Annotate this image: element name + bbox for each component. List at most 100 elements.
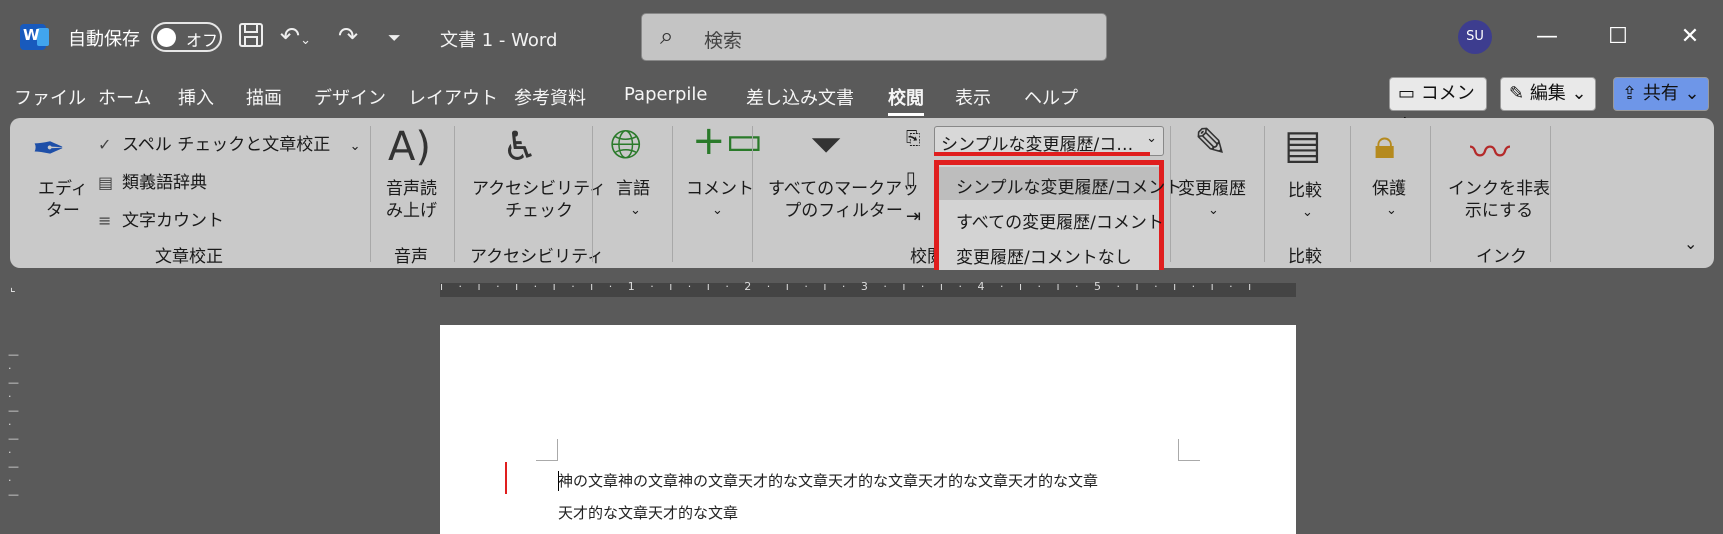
comments-button[interactable]: ▭ コメント bbox=[1389, 77, 1487, 136]
chevron-down-icon: ⌄ bbox=[1146, 131, 1157, 146]
read-aloud-button[interactable]: 音声読 み上げ bbox=[386, 178, 437, 222]
markup-option-all[interactable]: すべての変更履歴/コメント bbox=[939, 202, 1164, 235]
tab-home[interactable]: ホーム bbox=[98, 84, 151, 110]
word-count-label: 文字カウント bbox=[122, 211, 224, 231]
group-divider bbox=[1550, 126, 1551, 262]
chevron-down-icon: ⌄ bbox=[349, 139, 361, 154]
editing-label: 編集 bbox=[1529, 83, 1566, 104]
close-button[interactable]: ✕ bbox=[1670, 18, 1710, 58]
tab-view[interactable]: 表示 bbox=[955, 84, 991, 110]
markup-filter-button[interactable]: すべてのマークアッ プのフィルター bbox=[768, 178, 919, 222]
compare-button[interactable]: 比較 ⌄ bbox=[1288, 176, 1322, 221]
spelling-label: スペル チェックと文章校正 bbox=[122, 135, 331, 155]
accessibility-check-button[interactable]: アクセシビリティ チェック bbox=[472, 178, 606, 222]
horizontal-ruler[interactable]: ⌞ ı · ı · ı · ı · ı · 1 · ı · ı · 2 · ı … bbox=[0, 270, 1723, 306]
group-divider bbox=[672, 126, 673, 262]
tab-file[interactable]: ファイル bbox=[14, 84, 86, 110]
share-label: 共有 bbox=[1642, 83, 1679, 104]
selected-underline bbox=[934, 152, 1150, 156]
document-page[interactable]: 神の文章神の文章神の文章天才的な文章天才的な文章天才的な文章天才的な文章 天才的… bbox=[440, 325, 1296, 534]
read-aloud-icon: A) bbox=[388, 124, 431, 170]
vertical-ruler[interactable]: — · — · — · — · — · — bbox=[8, 348, 32, 534]
markup-option-none[interactable]: 変更履歴/コメントなし bbox=[939, 237, 1159, 270]
tab-mailings[interactable]: 差し込み文書 bbox=[746, 84, 854, 110]
group-divider bbox=[1430, 126, 1431, 262]
tab-paperpile[interactable]: Paperpile bbox=[624, 84, 707, 105]
tab-draw[interactable]: 描画 bbox=[246, 84, 282, 110]
tab-layout[interactable]: レイアウト bbox=[408, 84, 498, 110]
hide-ink-button[interactable]: インクを非表 示にする bbox=[1448, 178, 1550, 222]
word-count-icon: ≡ bbox=[98, 211, 112, 230]
document-body[interactable]: 神の文章神の文章神の文章天才的な文章天才的な文章天才的な文章天才的な文章 天才的… bbox=[558, 465, 1198, 529]
toggle-knob bbox=[157, 28, 176, 47]
tab-design[interactable]: デザイン bbox=[314, 84, 386, 110]
track-changes-icon: ✎ bbox=[1194, 120, 1228, 166]
thesaurus-button[interactable]: ▤ 類義語辞典 bbox=[98, 168, 207, 193]
customize-quick-access-icon[interactable]: ⏷ bbox=[388, 28, 401, 48]
editing-mode-button[interactable]: ✎ 編集 ⌄ bbox=[1500, 77, 1596, 111]
change-bar bbox=[505, 462, 507, 494]
document-title: 文書 1 - Word bbox=[440, 30, 558, 51]
word-app-icon: W bbox=[20, 24, 49, 50]
tab-insert[interactable]: 挿入 bbox=[178, 84, 214, 110]
group-proofing-label: 文章校正 bbox=[155, 247, 223, 267]
search-placeholder: 検索 bbox=[704, 30, 743, 52]
search-icon: ⌕ bbox=[660, 22, 674, 50]
track-changes-label: 変更履歴 bbox=[1178, 179, 1246, 199]
spelling-grammar-button[interactable]: ✓ スペル チェックと文章校正 ⌄ bbox=[98, 130, 361, 155]
protect-button[interactable]: 保護 ⌄ bbox=[1372, 174, 1406, 219]
tab-help[interactable]: ヘルプ bbox=[1024, 84, 1078, 110]
group-voice-label: 音声 bbox=[394, 247, 428, 267]
ribbon: ✒ エディ ター ✓ スペル チェックと文章校正 ⌄ ▤ 類義語辞典 ≡ 文字カウント… bbox=[10, 118, 1714, 268]
word-count-button[interactable]: ≡ 文字カウント bbox=[98, 206, 224, 231]
ruler-ticks: ı · ı · ı · ı · ı · 1 · ı · ı · 2 · ı · … bbox=[440, 280, 1258, 293]
user-avatar[interactable]: SU bbox=[1458, 20, 1492, 54]
document-line-2: 天才的な文章天才的な文章 bbox=[558, 504, 739, 522]
markup-filter-icon: ⏷ bbox=[810, 122, 842, 168]
language-button[interactable]: 言語 ⌄ bbox=[616, 174, 650, 219]
reviewing-pane-icon: ⇥ bbox=[906, 206, 922, 227]
spellcheck-icon: ✓ bbox=[98, 135, 112, 154]
undo-icon[interactable]: ↶⌄ bbox=[280, 22, 311, 50]
save-icon[interactable] bbox=[238, 22, 264, 54]
group-divider bbox=[454, 126, 455, 262]
compare-label: 比較 bbox=[1288, 181, 1322, 201]
group-divider bbox=[752, 126, 753, 262]
editor-icon: ✒ bbox=[32, 126, 66, 172]
show-markup-icon: ▯ bbox=[906, 168, 916, 189]
search-input[interactable]: ⌕ 検索 bbox=[641, 13, 1107, 61]
language-label: 言語 bbox=[616, 179, 650, 199]
tab-review[interactable]: 校閲 bbox=[888, 84, 924, 116]
autosave-state: オフ bbox=[186, 31, 219, 50]
markup-option-simple[interactable]: シンプルな変更履歴/コメント bbox=[939, 167, 1182, 200]
autosave-label: 自動保存 bbox=[68, 29, 140, 50]
protect-lock-icon: 🔒︎ bbox=[1374, 122, 1396, 168]
thesaurus-label: 類義語辞典 bbox=[122, 173, 207, 193]
comment-label: コメント bbox=[686, 179, 754, 199]
ruler-strip: ı · ı · ı · ı · ı · 1 · ı · ı · 2 · ı · … bbox=[440, 280, 1296, 297]
margin-corner-left bbox=[536, 439, 558, 461]
document-line-1: 神の文章神の文章神の文章天才的な文章天才的な文章天才的な文章天才的な文章 bbox=[558, 472, 1099, 490]
group-compare-label: 比較 bbox=[1288, 247, 1322, 267]
maximize-button[interactable]: ☐ bbox=[1598, 18, 1638, 58]
group-divider bbox=[1350, 126, 1351, 262]
language-icon: 🌐︎ bbox=[610, 122, 642, 168]
autosave-toggle[interactable]: オフ bbox=[151, 22, 222, 52]
track-changes-button[interactable]: 変更履歴 ⌄ bbox=[1178, 174, 1246, 219]
tab-references[interactable]: 参考資料 bbox=[514, 84, 586, 110]
ribbon-expand-icon[interactable]: ⌄ bbox=[1684, 234, 1697, 253]
hide-ink-icon: 〰 bbox=[1470, 130, 1510, 176]
minimize-button[interactable]: — bbox=[1527, 18, 1567, 58]
group-divider bbox=[370, 126, 371, 262]
redo-icon[interactable]: ↷ bbox=[338, 22, 358, 50]
title-bar: W 自動保存 オフ ↶⌄ ↷ ⏷ 文書 1 - Word ⌕ 検索 SU — ☐… bbox=[0, 0, 1723, 76]
margin-corner-right bbox=[1178, 439, 1200, 461]
share-button[interactable]: ⇪ 共有 ⌄ bbox=[1613, 77, 1709, 111]
comment-button[interactable]: コメント ⌄ bbox=[686, 174, 754, 219]
accessibility-checker-icon: ♿ bbox=[502, 124, 538, 170]
compare-icon: ▤ bbox=[1284, 122, 1322, 168]
tab-selector-icon[interactable]: ⌞ bbox=[10, 280, 16, 294]
group-divider bbox=[1264, 126, 1265, 262]
editor-button[interactable]: エディ ター bbox=[38, 178, 88, 222]
thesaurus-icon: ▤ bbox=[98, 173, 114, 192]
